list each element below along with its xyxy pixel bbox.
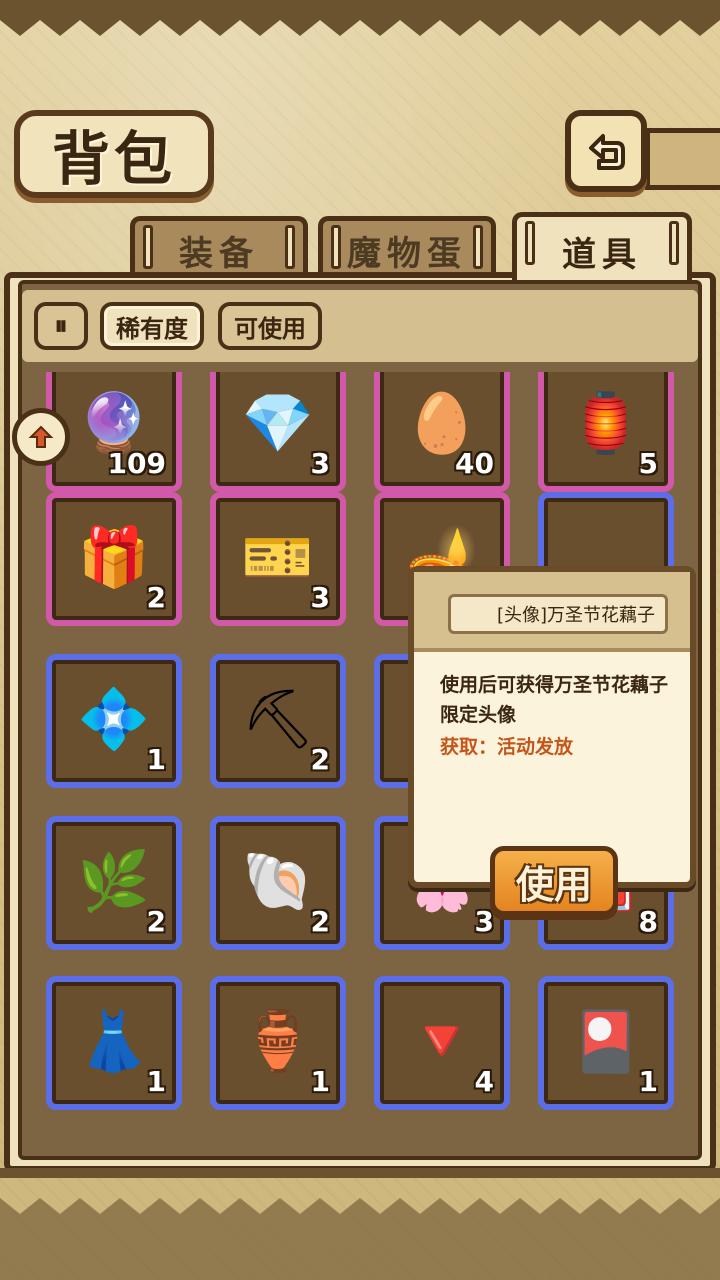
gift-box-icon: 🎁 [77,522,151,591]
tab-label: 魔物蛋 [347,234,467,274]
back-arrow-icon [589,134,625,170]
tab-monster-egg[interactable]: 魔物蛋 [318,216,496,280]
item-count: 3 [474,905,494,938]
usable-filter-label: 可使用 [234,314,306,343]
use-button[interactable]: 使用 [490,846,618,916]
rainbow-dress-icon: 👗 [77,1006,151,1075]
tab-items[interactable]: 道具 [512,212,692,286]
item-slot-rainbow-egg[interactable]: 🥚 40 [374,372,510,492]
tab-post [285,225,295,269]
item-count: 3 [310,581,330,614]
usable-filter-button[interactable]: 可使用 [218,302,322,350]
item-count: 5 [638,447,658,480]
back-button[interactable] [565,110,647,192]
back-button-tail [645,128,720,190]
tab-post [525,221,535,265]
item-slot-shells[interactable]: 🐚 2 [210,816,346,950]
blue-crystal-icon: 💎 [241,388,315,457]
item-count: 2 [146,581,166,614]
item-slot-gift-box[interactable]: 🎁 2 [46,492,182,626]
page-title: 背包 [51,125,176,193]
item-count: 2 [310,905,330,938]
title-plate: 背包 [14,110,214,198]
use-button-label: 使用 [515,862,592,907]
item-count: 1 [146,1065,166,1098]
item-count: 4 [474,1065,494,1098]
top-border [0,0,720,36]
item-slot-rainbow-dress[interactable]: 👗 1 [46,976,182,1110]
perfume-bottle-icon: 🏺 [241,1006,315,1075]
item-slot-green-ticket[interactable]: 🎫 3 [210,492,346,626]
shells-icon: 🐚 [241,846,315,915]
tooltip-source-value: 活动发放 [497,736,574,758]
tab-post [331,225,341,269]
item-count: 3 [310,447,330,480]
item-slot-perfume-bottle[interactable]: 🏺 1 [210,976,346,1110]
item-count: 109 [107,447,166,480]
tab-post [669,221,679,265]
item-slot-pickaxe[interactable]: ⛏ 2 [210,654,346,788]
rarity-filter-button[interactable]: 稀有度 [100,302,204,350]
herb-icon: 🌿 [77,846,151,915]
tab-post [473,225,483,269]
tooltip-source-label: 获取： [440,736,498,758]
tab-label: 道具 [562,235,642,275]
pickaxe-icon: ⛏ [241,684,315,753]
item-slot-red-crystal[interactable]: 🔻 4 [374,976,510,1110]
collapse-arrow-icon [28,425,54,448]
item-count: 1 [310,1065,330,1098]
item-slot-avatar-card[interactable]: 🎴 1 [538,976,674,1110]
bottom-border [0,1168,720,1280]
tooltip-header: [头像]万圣节花藕子 [414,572,690,652]
item-count: 1 [146,743,166,776]
item-slot-lantern[interactable]: 🏮 5 [538,372,674,492]
tab-equipment[interactable]: 装备 [130,216,308,280]
red-crystal-icon: 🔻 [405,1006,479,1075]
sort-toggle-button[interactable]: ⏸ [34,302,88,350]
rarity-filter-label: 稀有度 [116,314,188,343]
item-count: 40 [455,447,494,480]
tooltip-description: 使用后可获得万圣节花藕子限定头像 [440,674,669,726]
tab-label: 装备 [179,234,259,274]
tooltip-item-name: [头像]万圣节花藕子 [448,594,668,634]
item-slot-ice-crystal[interactable]: 💠 1 [46,654,182,788]
item-count: 2 [146,905,166,938]
rainbow-egg-icon: 🥚 [405,388,479,457]
item-tooltip: [头像]万圣节花藕子 使用后可获得万圣节花藕子限定头像 获取：活动发放 [408,566,696,888]
item-slot-blue-crystal[interactable]: 💎 3 [210,372,346,492]
collapse-side-button[interactable] [12,408,70,466]
item-slot-herb[interactable]: 🌿 2 [46,816,182,950]
item-count: 1 [638,1065,658,1098]
item-count: 8 [638,905,658,938]
lantern-icon: 🏮 [569,388,643,457]
blue-orb-icon: 🔮 [77,388,151,457]
item-count: 2 [310,743,330,776]
ice-crystal-icon: 💠 [77,684,151,753]
green-ticket-icon: 🎫 [241,522,315,591]
avatar-card-icon: 🎴 [569,1006,643,1075]
pause-icon: ⏸ [54,310,68,341]
tab-post [143,225,153,269]
tooltip-source: 获取：活动发放 [440,732,680,759]
